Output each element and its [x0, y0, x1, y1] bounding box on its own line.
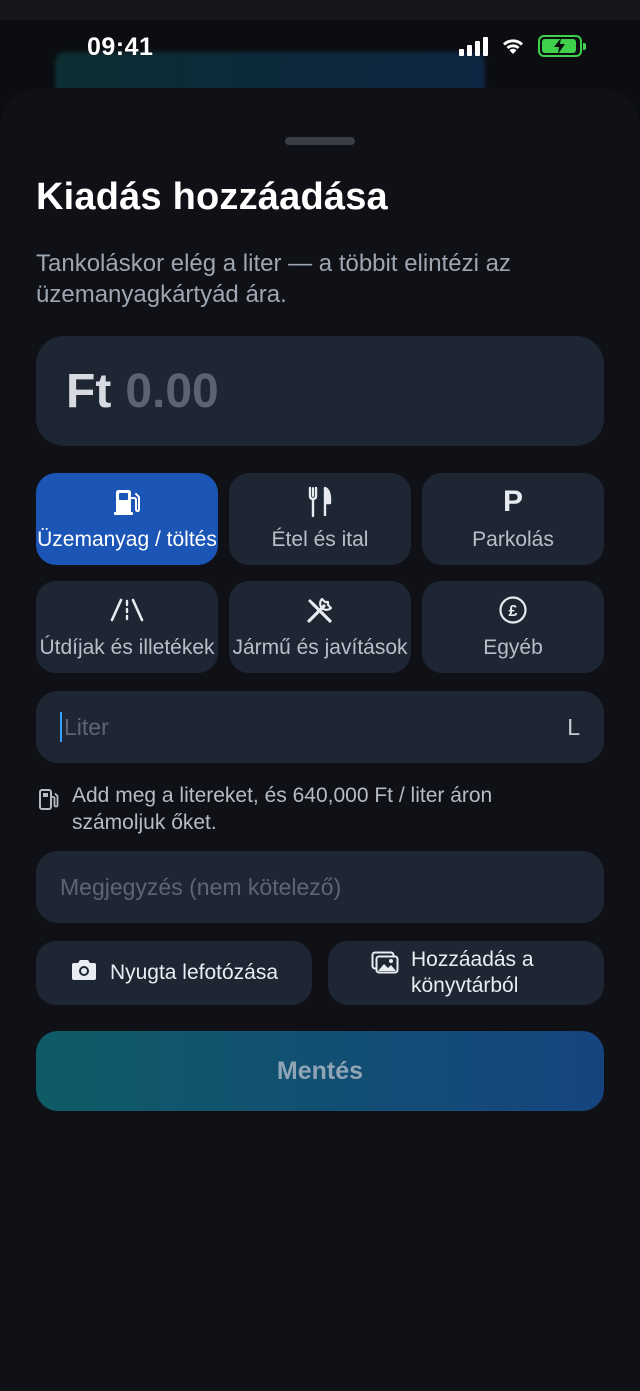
note-field[interactable]: [36, 851, 604, 923]
cellular-signal-icon: [459, 36, 488, 56]
pound-circle-icon: £: [498, 594, 528, 626]
note-input[interactable]: [60, 873, 580, 901]
sheet-grabber[interactable]: [285, 137, 355, 145]
status-time: 09:41: [87, 33, 154, 61]
battery-charging-icon: [538, 35, 586, 57]
road-icon: [109, 594, 145, 626]
category-label: Egyéb: [483, 636, 543, 659]
photo-library-icon: [371, 951, 399, 981]
fuel-hint: Add meg a litereket, és 640,000 Ft / lit…: [38, 782, 558, 836]
take-photo-button[interactable]: Nyugta lefotózása: [36, 941, 312, 1005]
category-vehicle[interactable]: Jármű és javítások: [229, 581, 411, 673]
parking-icon: P: [502, 485, 523, 518]
category-label: Útdíjak és illetékek: [39, 636, 215, 659]
category-grid: Üzemanyag / töltés Étel és ital P Parkol…: [36, 473, 604, 673]
category-other[interactable]: £ Egyéb: [422, 581, 604, 673]
hint-text: Add meg a litereket, és 640,000 Ft / lit…: [72, 784, 493, 834]
text-caret: [60, 712, 62, 742]
sheet-title: Kiadás hozzáadása: [36, 176, 388, 218]
category-parking[interactable]: P Parkolás: [422, 473, 604, 565]
add-from-library-label: Hozzáadás a könyvtárból: [411, 948, 534, 997]
category-label: Jármű és javítások: [232, 636, 408, 659]
tools-icon: [304, 594, 336, 626]
amount-currency: Ft: [66, 364, 112, 418]
receipt-actions: Nyugta lefotózása Hozzáadás a könyvtárbó…: [36, 941, 604, 1005]
save-button[interactable]: Mentés: [36, 1031, 604, 1111]
status-icons: [459, 35, 586, 57]
liter-unit: L: [567, 713, 580, 740]
status-bar: 09:41: [0, 0, 640, 92]
add-expense-sheet: Kiadás hozzáadása Tankoláskor elég a lit…: [0, 88, 640, 1391]
fuel-pump-icon: [38, 788, 60, 836]
category-fuel[interactable]: Üzemanyag / töltés: [36, 473, 218, 565]
add-from-library-button[interactable]: Hozzáadás a könyvtárból: [328, 941, 604, 1005]
category-label: Üzemanyag / töltés: [37, 528, 217, 551]
amount-value: 0.00: [125, 364, 219, 418]
take-photo-label: Nyugta lefotózása: [109, 961, 279, 984]
category-label: Parkolás: [472, 528, 554, 551]
amount-field[interactable]: Ft 0.00: [36, 336, 604, 446]
fork-knife-icon: [307, 486, 333, 518]
wifi-icon: [503, 39, 523, 54]
category-label: Étel és ital: [271, 528, 369, 551]
liter-input[interactable]: [64, 713, 568, 741]
liter-field[interactable]: L: [36, 691, 604, 763]
category-tolls[interactable]: Útdíjak és illetékek: [36, 581, 218, 673]
sheet-subtitle: Tankoláskor elég a liter — a többit elin…: [36, 250, 511, 308]
camera-icon: [70, 959, 98, 987]
fuel-pump-icon: [112, 486, 142, 518]
category-food[interactable]: Étel és ital: [229, 473, 411, 565]
svg-text:£: £: [509, 603, 518, 620]
